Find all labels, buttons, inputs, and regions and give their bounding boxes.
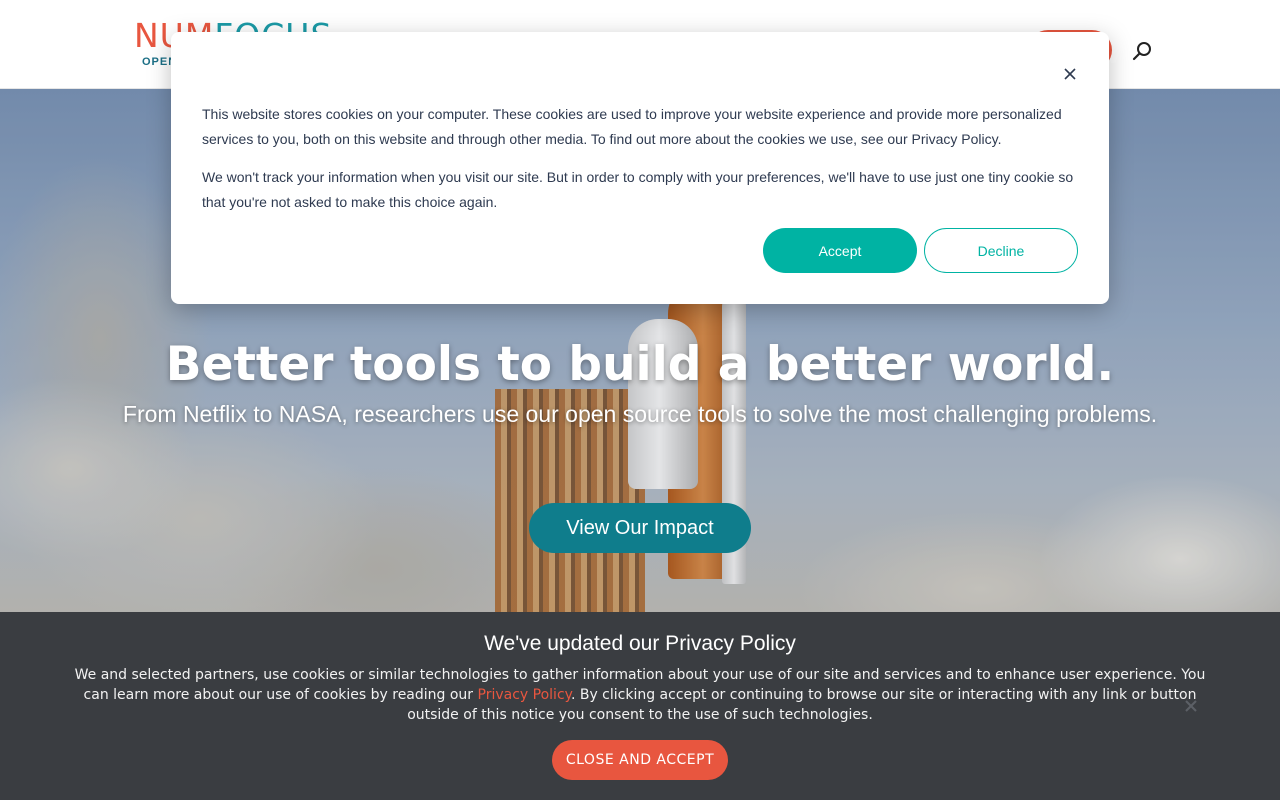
close-icon[interactable] [1183, 698, 1199, 714]
view-impact-button[interactable]: View Our Impact [529, 503, 751, 553]
decline-button[interactable]: Decline [924, 228, 1078, 273]
cookie-consent-dialog: This website stores cookies on your comp… [171, 32, 1109, 304]
privacy-policy-link[interactable]: Privacy Policy [478, 687, 571, 703]
search-icon[interactable] [1132, 40, 1154, 62]
privacy-policy-banner: We've updated our Privacy Policy We and … [0, 612, 1280, 800]
close-and-accept-button[interactable]: CLOSE AND ACCEPT [552, 740, 728, 780]
cookie-paragraph-1: This website stores cookies on your comp… [202, 106, 1062, 147]
banner-title: We've updated our Privacy Policy [484, 632, 796, 655]
hero-subtitle: From Netflix to NASA, researchers use ou… [122, 401, 1158, 427]
close-icon[interactable] [1061, 65, 1079, 83]
hero-title: Better tools to build a better world. [165, 337, 1115, 392]
accept-button[interactable]: Accept [763, 228, 917, 273]
cookie-paragraph-2: We won't track your information when you… [202, 169, 1074, 210]
banner-text: We and selected partners, use cookies or… [60, 665, 1220, 725]
